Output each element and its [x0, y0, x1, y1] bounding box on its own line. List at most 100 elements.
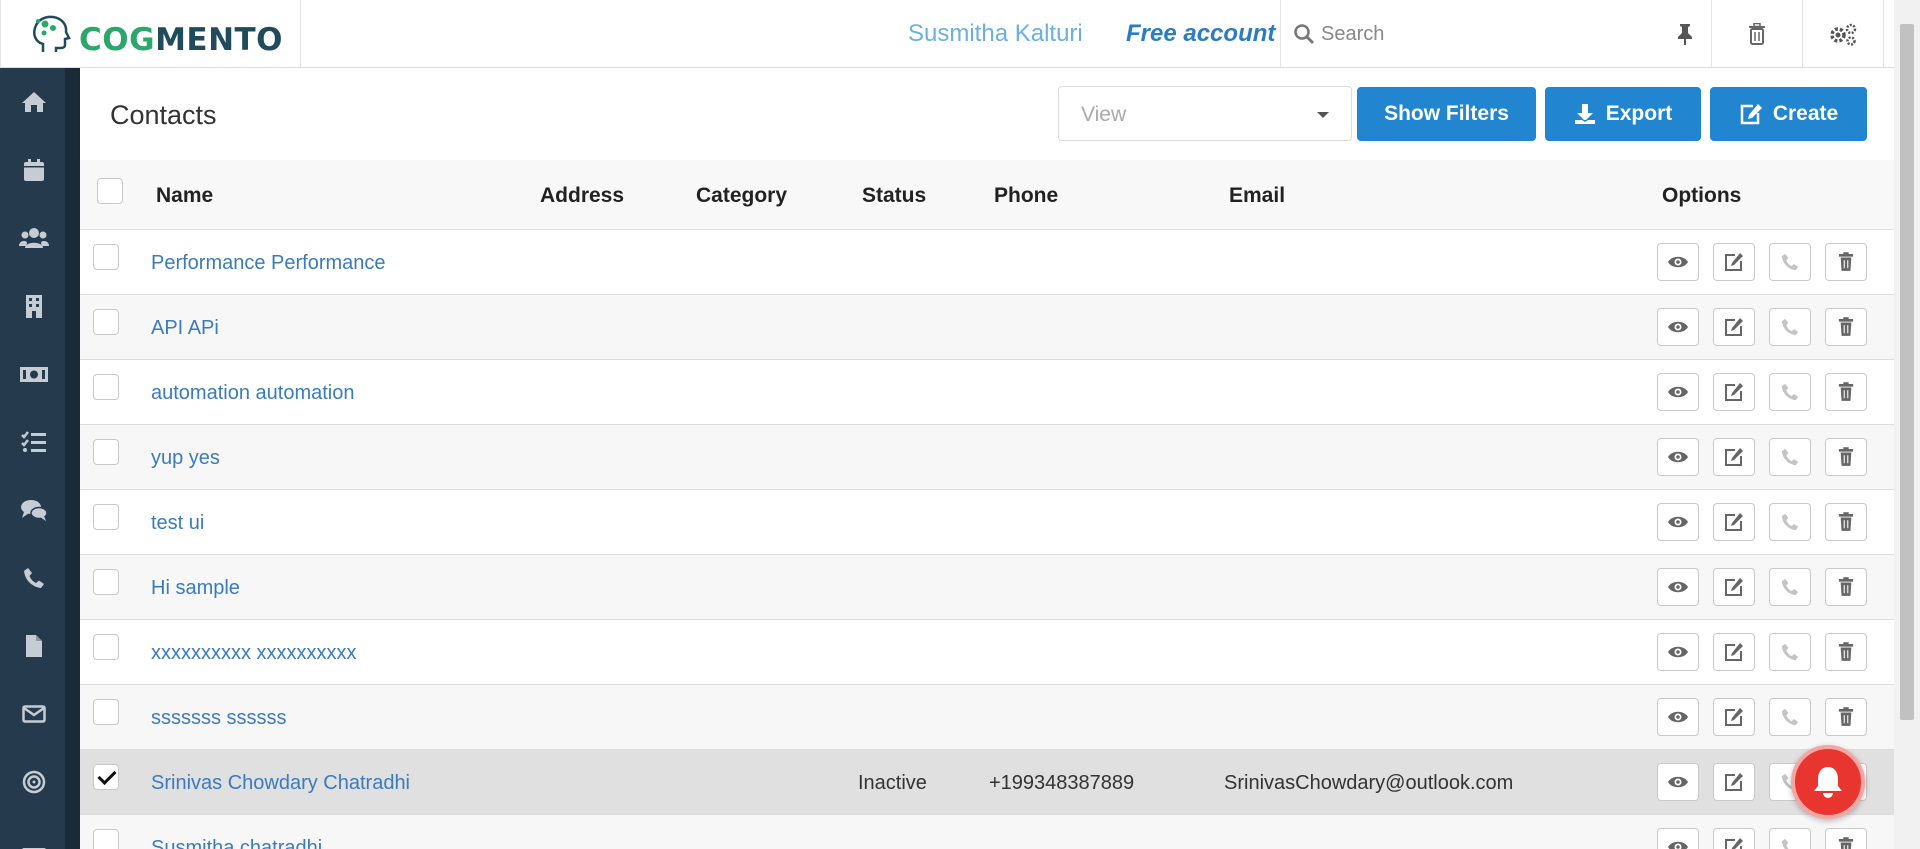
- contact-name-link[interactable]: test ui: [151, 512, 204, 535]
- table-row: Hi sample: [80, 555, 1894, 620]
- settings-button[interactable]: [1802, 0, 1884, 68]
- column-header-name[interactable]: Name: [156, 184, 213, 208]
- edit-button[interactable]: [1713, 763, 1755, 801]
- edit-button[interactable]: [1713, 373, 1755, 411]
- bell-icon: [1814, 767, 1842, 798]
- logo[interactable]: COGMENTO: [0, 0, 301, 68]
- edit-button[interactable]: [1713, 503, 1755, 541]
- delete-button[interactable]: [1825, 308, 1867, 346]
- contact-status: Inactive: [858, 772, 927, 794]
- column-header-address[interactable]: Address: [540, 184, 624, 208]
- row-checkbox[interactable]: [93, 829, 119, 849]
- column-header-category[interactable]: Category: [696, 184, 787, 208]
- row-checkbox[interactable]: [93, 244, 119, 270]
- home-icon: [22, 92, 46, 112]
- contact-name-link[interactable]: Performance Performance: [151, 252, 386, 275]
- edit-icon: [1724, 512, 1744, 532]
- row-checkbox[interactable]: [93, 569, 119, 595]
- contact-name-link[interactable]: sssssss ssssss: [151, 707, 287, 730]
- search-icon: [1294, 24, 1315, 45]
- delete-button[interactable]: [1825, 438, 1867, 476]
- view-button[interactable]: [1657, 308, 1699, 346]
- edit-button[interactable]: [1713, 568, 1755, 606]
- call-button[interactable]: [1769, 633, 1811, 671]
- edit-button[interactable]: [1713, 698, 1755, 736]
- export-button[interactable]: Export: [1545, 87, 1701, 141]
- search-box[interactable]: [1280, 0, 1711, 68]
- eye-icon: [1667, 514, 1689, 530]
- row-checkbox[interactable]: [93, 439, 119, 465]
- eye-icon: [1667, 384, 1689, 400]
- contact-name-link[interactable]: Srinivas Chowdary Chatradhi: [151, 772, 410, 795]
- edit-button[interactable]: [1713, 828, 1755, 849]
- edit-button[interactable]: [1713, 633, 1755, 671]
- delete-button[interactable]: [1825, 243, 1867, 281]
- row-checkbox[interactable]: [93, 699, 119, 725]
- row-checkbox[interactable]: [93, 309, 119, 335]
- view-button[interactable]: [1657, 438, 1699, 476]
- row-checkbox[interactable]: [93, 504, 119, 530]
- trash-icon: [1838, 317, 1854, 337]
- edit-icon: [1724, 447, 1744, 467]
- row-checkbox[interactable]: [93, 374, 119, 400]
- call-button[interactable]: [1769, 438, 1811, 476]
- call-button[interactable]: [1769, 373, 1811, 411]
- view-button[interactable]: [1657, 698, 1699, 736]
- call-button[interactable]: [1769, 308, 1811, 346]
- edit-button[interactable]: [1713, 438, 1755, 476]
- show-filters-button[interactable]: Show Filters: [1357, 87, 1536, 141]
- contact-phone: +199348387889: [989, 772, 1135, 794]
- call-button[interactable]: [1769, 698, 1811, 736]
- contact-name-link[interactable]: automation automation: [151, 382, 354, 405]
- page-title: Contacts: [110, 100, 217, 130]
- view-dropdown[interactable]: View: [1058, 86, 1352, 141]
- call-button[interactable]: [1769, 503, 1811, 541]
- view-button[interactable]: [1657, 243, 1699, 281]
- delete-button[interactable]: [1825, 568, 1867, 606]
- view-button[interactable]: [1657, 763, 1699, 801]
- scrollbar-thumb[interactable]: [1900, 24, 1914, 720]
- create-button[interactable]: Create: [1710, 87, 1867, 141]
- view-button[interactable]: [1657, 503, 1699, 541]
- view-button[interactable]: [1657, 568, 1699, 606]
- pin-button[interactable]: [1660, 0, 1710, 68]
- contact-name-link[interactable]: API APi: [151, 317, 219, 340]
- column-header-status[interactable]: Status: [862, 184, 926, 208]
- contact-name-link[interactable]: Hi sample: [151, 577, 240, 600]
- account-type[interactable]: Free account: [1126, 20, 1275, 48]
- select-all-checkbox[interactable]: [97, 178, 123, 204]
- call-button[interactable]: [1769, 828, 1811, 849]
- delete-button[interactable]: [1825, 698, 1867, 736]
- contact-name-link[interactable]: Susmitha chatradhi: [151, 837, 322, 849]
- eye-icon: [1667, 254, 1689, 270]
- delete-button[interactable]: [1825, 373, 1867, 411]
- export-label: Export: [1605, 102, 1673, 125]
- delete-button[interactable]: [1825, 633, 1867, 671]
- contact-name-link[interactable]: xxxxxxxxxx xxxxxxxxxx: [151, 642, 357, 665]
- user-name[interactable]: Susmitha Kalturi: [908, 20, 1083, 48]
- contact-name-link[interactable]: yup yes: [151, 447, 220, 470]
- edit-button[interactable]: [1713, 308, 1755, 346]
- table-row: automation automation: [80, 360, 1894, 425]
- call-button[interactable]: [1769, 568, 1811, 606]
- search-input[interactable]: [1321, 17, 1621, 51]
- notification-button[interactable]: [1791, 745, 1865, 819]
- delete-button[interactable]: [1825, 828, 1867, 849]
- call-button[interactable]: [1769, 243, 1811, 281]
- trash-button[interactable]: [1711, 0, 1801, 68]
- delete-button[interactable]: [1825, 503, 1867, 541]
- contact-email: SrinivasChowdary@outlook.com: [1224, 772, 1514, 794]
- view-button[interactable]: [1657, 633, 1699, 671]
- phone-icon: [1781, 448, 1799, 466]
- view-button[interactable]: [1657, 828, 1699, 849]
- column-header-email[interactable]: Email: [1229, 184, 1285, 208]
- trash-icon: [1838, 447, 1854, 467]
- view-button[interactable]: [1657, 373, 1699, 411]
- column-header-phone[interactable]: Phone: [994, 184, 1058, 208]
- edit-button[interactable]: [1713, 243, 1755, 281]
- gears-icon: [1830, 23, 1857, 46]
- row-checkbox[interactable]: [93, 634, 119, 660]
- row-checkbox[interactable]: [93, 764, 119, 790]
- trash-icon: [1838, 382, 1854, 402]
- phone-icon: [1781, 253, 1799, 271]
